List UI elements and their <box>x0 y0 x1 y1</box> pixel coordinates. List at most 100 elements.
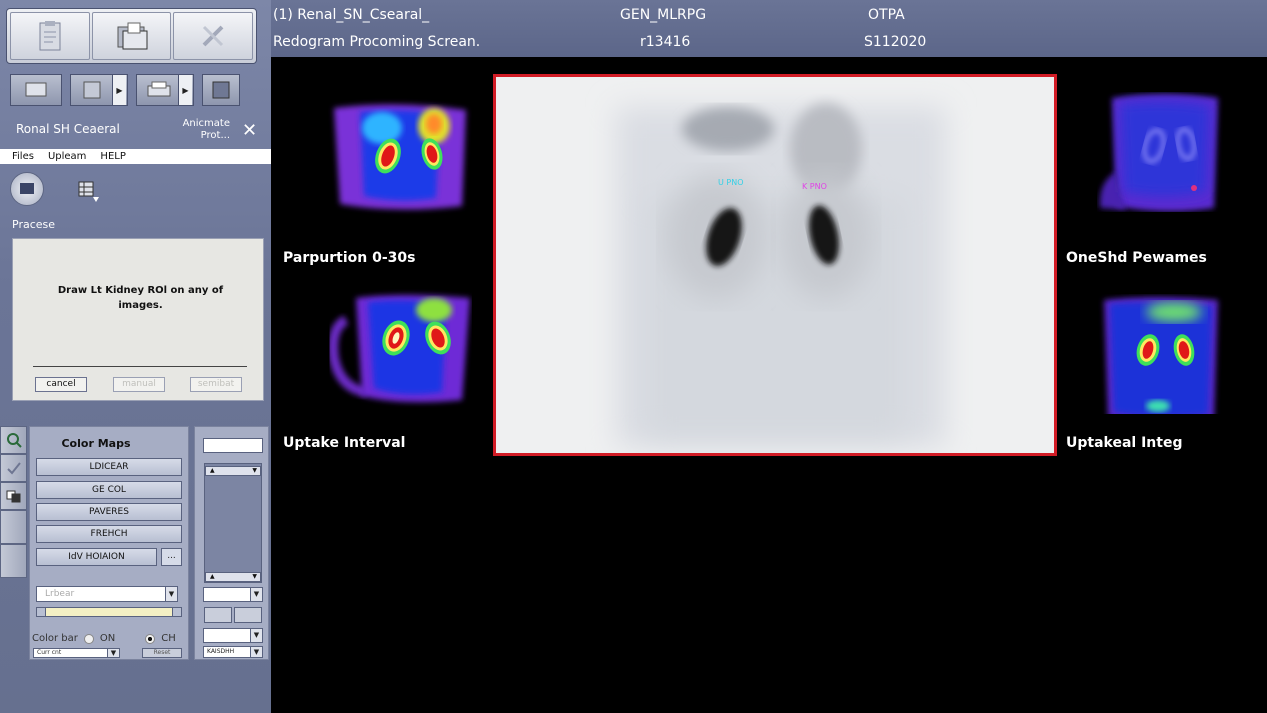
save-button[interactable] <box>202 74 240 106</box>
color-bar-on-radio[interactable] <box>83 633 94 644</box>
chevron-down-icon[interactable]: ▼ <box>250 647 262 657</box>
protocol-window-title: Ronal SH Ceaeral Anicmate Prot... ✕ <box>0 116 271 149</box>
disk-icon <box>212 81 230 99</box>
series-id: S112020 <box>864 34 927 50</box>
monitor-button[interactable] <box>10 74 62 106</box>
uptakeal-integ-label: Uptakeal Integ <box>1066 435 1183 451</box>
frame-list-top[interactable]: ▲ ▼ <box>205 466 261 476</box>
cancel-button[interactable]: cancel <box>35 377 87 392</box>
folder-icon <box>117 22 147 50</box>
protocol-subtitle: Anicmate Prot... <box>178 118 230 142</box>
color-bar-label: Color bar <box>32 633 78 644</box>
study-name: (1) Renal_SN_Csearal_ <box>273 7 430 23</box>
tab-5[interactable] <box>0 544 27 578</box>
uptakeal-integ-thumbnail[interactable] <box>1096 294 1246 414</box>
chevron-down-icon[interactable]: ▼ <box>165 587 177 601</box>
more-colormaps-button[interactable]: ... <box>161 548 182 566</box>
patient-list-button[interactable] <box>10 12 90 60</box>
main-toolbar <box>6 8 257 64</box>
lut-select[interactable]: Lrbear ▼ <box>36 586 178 602</box>
print-dropdown-arrow[interactable]: ▶ <box>178 75 192 105</box>
divider <box>33 366 247 367</box>
color-bar-ch-radio[interactable] <box>145 633 156 644</box>
color-bar-on-label: ON <box>99 633 116 644</box>
frame-list[interactable]: ▲ ▼ ▲ ▼ <box>204 463 262 583</box>
subtitle-line-1: Anicmate <box>182 118 230 129</box>
color-bar-ch-label: CH <box>161 633 176 644</box>
grid-export-button[interactable] <box>78 180 102 208</box>
tool-tabs <box>0 426 27 578</box>
review-button[interactable]: ▶ <box>70 74 128 106</box>
chevron-down-icon[interactable]: ▼ <box>250 629 262 642</box>
frame-select-1[interactable]: ▼ <box>203 587 263 602</box>
menu-files[interactable]: Files <box>12 149 34 164</box>
close-icon[interactable]: ✕ <box>242 120 257 141</box>
tab-zoom[interactable] <box>0 426 27 454</box>
screen-name: Redogram Procoming Screan. <box>273 34 481 50</box>
frame-prev-button[interactable] <box>204 607 232 623</box>
document-icon <box>83 81 101 99</box>
process-label: Pracese <box>12 218 56 231</box>
process-button[interactable] <box>10 172 44 206</box>
lut-select-value: Lrbear <box>45 589 75 599</box>
window-level-slider[interactable] <box>36 607 182 617</box>
control-panel: ▶ ▶ Ronal SH Ceaeral Anicmate Prot... ✕ … <box>0 0 271 713</box>
color-maps-panel: Color Maps LDICEAR GE COL PAVERES FREHCH… <box>29 426 189 660</box>
browser-button[interactable] <box>91 12 172 60</box>
uptake-interval-thumbnail[interactable] <box>322 288 472 408</box>
chevron-down-icon[interactable]: ▼ <box>250 588 262 601</box>
tab-check[interactable] <box>0 454 27 482</box>
manual-button[interactable]: manual <box>113 377 165 392</box>
colormap-paveres[interactable]: PAVERES <box>36 503 182 521</box>
instruction-box: Draw Lt Kidney ROl on any of images. can… <box>12 238 264 401</box>
slider-min-handle[interactable] <box>36 607 46 617</box>
perfusion-thumbnail[interactable] <box>322 98 472 218</box>
frame-list-bottom[interactable]: ▲ ▼ <box>205 572 261 582</box>
main-renogram-image[interactable]: U PNO K PNO <box>493 74 1057 456</box>
method-code: OTPA <box>868 7 905 23</box>
tools-button[interactable] <box>173 12 254 60</box>
frame-select-2[interactable]: ▼ <box>203 628 263 643</box>
menu-upleam[interactable]: Upleam <box>48 149 86 164</box>
check-icon <box>6 462 21 475</box>
frame-input[interactable] <box>203 438 263 453</box>
kaisdhh-value: KAISDHH <box>207 648 235 655</box>
perfusion-label: Parpurtion 0-30s <box>283 250 416 266</box>
grid-export-icon <box>78 181 99 202</box>
oneshd-thumbnail[interactable] <box>1096 92 1246 212</box>
frame-controls-panel: ▲ ▼ ▲ ▼ ▼ ▼ KAISDHH ▼ <box>194 426 269 660</box>
instruction-message: Draw Lt Kidney ROl on any of images. <box>57 285 224 311</box>
renogram-view[interactable]: U PNO K PNO <box>496 77 1054 453</box>
menu-bar: Files Upleam HELP <box>0 149 271 164</box>
frame-next-button[interactable] <box>234 607 262 623</box>
oneshd-label: OneShd Pewames <box>1066 250 1207 266</box>
subtitle-line-2: Prot... <box>200 130 230 141</box>
reset-button[interactable]: Reset <box>142 648 182 658</box>
roi-left-label: U PNO <box>718 178 744 187</box>
monitor-icon <box>25 82 47 97</box>
tab-colormaps[interactable] <box>0 482 27 510</box>
roi-right-label: K PNO <box>802 182 827 191</box>
color-bar-options: Color bar ON CH <box>32 633 176 644</box>
print-button[interactable]: ▶ <box>136 74 194 106</box>
chevron-down-icon[interactable]: ▼ <box>107 649 119 657</box>
color-maps-title: Color Maps <box>61 437 131 450</box>
secondary-toolbar: ▶ ▶ <box>10 74 260 108</box>
study-id: r13416 <box>640 34 691 50</box>
protocol-code: GEN_MLRPG <box>620 7 707 23</box>
tab-4[interactable] <box>0 510 27 544</box>
colormap-ge-col[interactable]: GE COL <box>36 481 182 499</box>
curr-cnt-select[interactable]: Curr cnt ▼ <box>33 648 120 658</box>
kaisdhh-select[interactable]: KAISDHH ▼ <box>203 646 263 658</box>
slider-max-handle[interactable] <box>172 607 182 617</box>
colormap-icon <box>6 490 20 503</box>
uptake-interval-label: Uptake Interval <box>283 435 406 451</box>
process-icon <box>20 183 34 194</box>
semibat-button[interactable]: semibat <box>190 377 242 392</box>
review-dropdown-arrow[interactable]: ▶ <box>112 75 126 105</box>
colormap-frehch[interactable]: FREHCH <box>36 525 182 543</box>
colormap-idv-hoiaion[interactable]: IdV HOIAION <box>36 548 157 566</box>
colormap-ldicear[interactable]: LDICEAR <box>36 458 182 476</box>
printer-icon <box>147 81 171 97</box>
menu-help[interactable]: HELP <box>100 149 125 164</box>
